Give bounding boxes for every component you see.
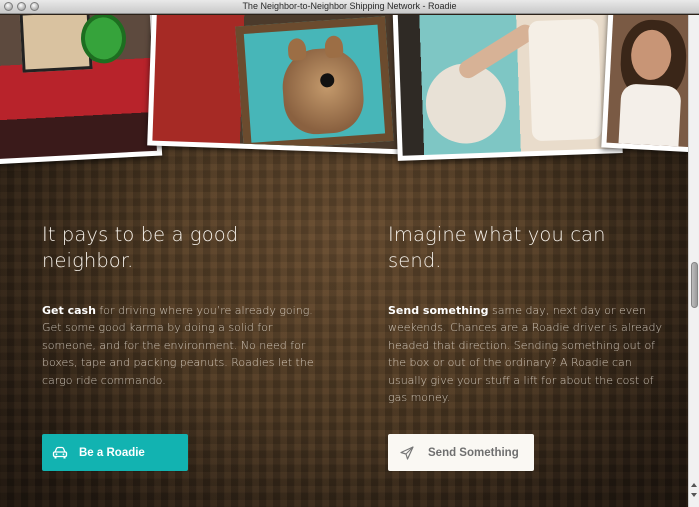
vertical-scrollbar[interactable] <box>688 15 699 507</box>
driver-section: It pays to be a good neighbor. Get cash … <box>42 222 317 389</box>
window-title: The Neighbor-to-Neighbor Shipping Networ… <box>242 1 457 11</box>
sender-paragraph: Send something same day, next day or eve… <box>388 302 663 406</box>
window-titlebar: The Neighbor-to-Neighbor Shipping Networ… <box>0 0 699 14</box>
scroll-down-arrow-icon[interactable] <box>691 493 697 497</box>
sender-section: Imagine what you can send. Send somethin… <box>388 222 663 406</box>
driver-paragraph: Get cash for driving where you’re alread… <box>42 302 317 389</box>
hero-photo-squirrel-frame <box>147 15 413 155</box>
hero-photo-collage <box>0 15 688 165</box>
be-a-roadie-label: Be a Roadie <box>79 446 145 459</box>
hero-photo-car-trunk <box>0 15 163 165</box>
scroll-up-arrow-icon[interactable] <box>691 483 697 487</box>
send-something-label: Send Something <box>428 446 519 459</box>
sender-lead: Send something <box>388 304 489 317</box>
hero-photo-smiling-woman <box>601 15 688 153</box>
driver-heading: It pays to be a good neighbor. <box>42 223 239 272</box>
hero-photo-high-five <box>392 15 623 161</box>
sender-body: same day, next day or even weekends. Cha… <box>388 304 663 405</box>
be-a-roadie-button[interactable]: Be a Roadie <box>42 434 188 471</box>
scrollbar-thumb[interactable] <box>691 262 698 308</box>
sender-heading: Imagine what you can send. <box>388 223 606 272</box>
paper-plane-icon <box>399 445 415 461</box>
driver-lead: Get cash <box>42 304 96 317</box>
car-icon <box>52 445 68 461</box>
send-something-button[interactable]: Send Something <box>388 434 534 471</box>
